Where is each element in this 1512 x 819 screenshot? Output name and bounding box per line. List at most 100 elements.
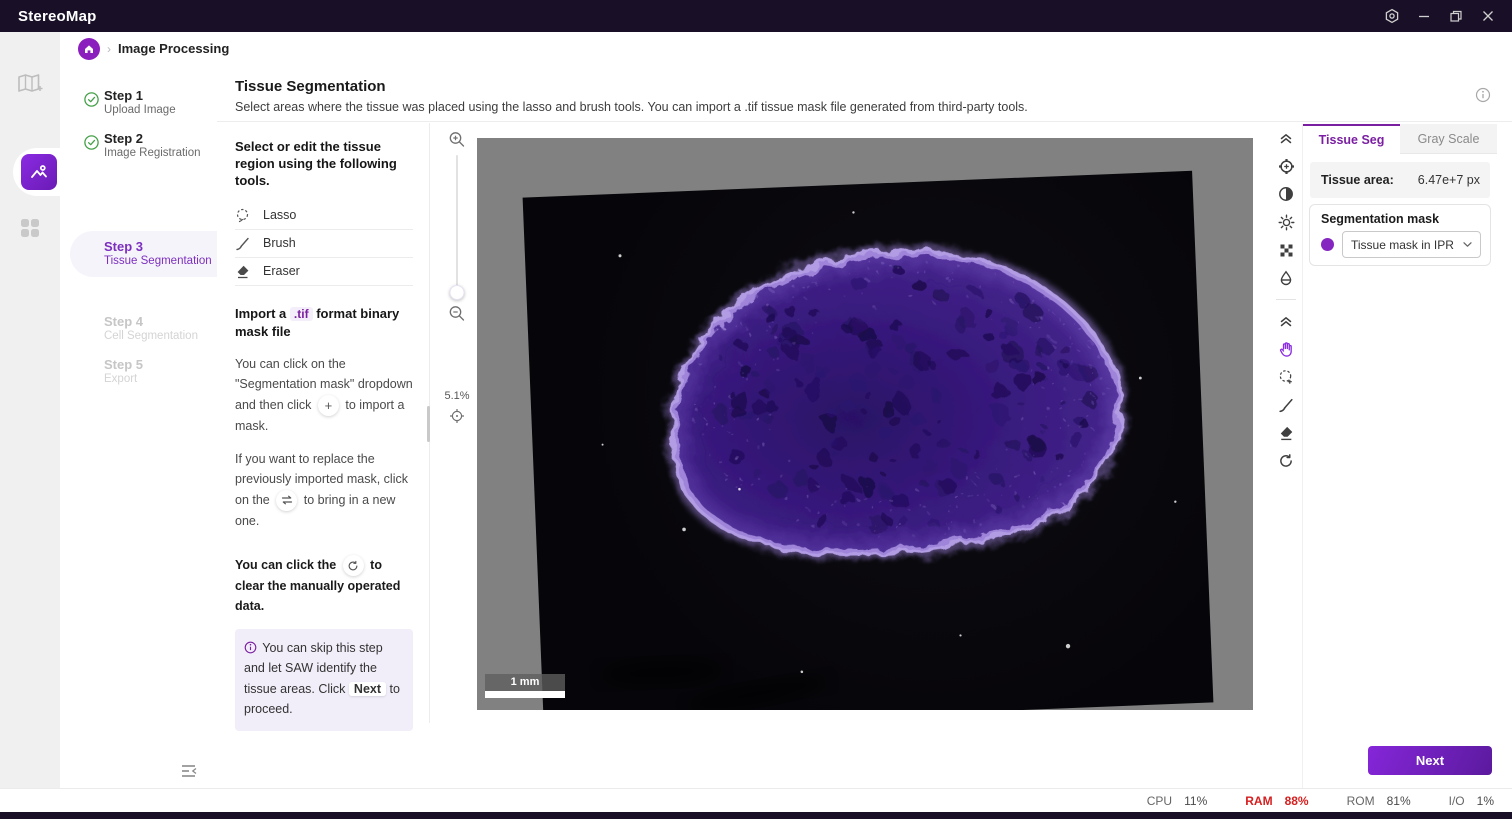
stat-label: RAM: [1245, 794, 1272, 808]
page-header: Tissue Segmentation Select areas where t…: [217, 65, 1512, 122]
close-icon[interactable]: [1472, 0, 1504, 32]
right-panel-tabs: Tissue Seg Gray Scale: [1303, 124, 1497, 154]
stat-label: ROM: [1347, 794, 1375, 808]
tools-panel: Select or edit the tissue region using t…: [217, 123, 430, 723]
restore-icon[interactable]: [1440, 0, 1472, 32]
tool-label: Brush: [263, 236, 296, 250]
stat-value: 88%: [1285, 794, 1309, 808]
breadcrumb-chevron-icon: ›: [107, 42, 111, 56]
zoom-out-button[interactable]: [449, 305, 466, 322]
scale-bar: 1 mm: [485, 674, 565, 698]
chevron-down-icon: [1462, 239, 1473, 250]
tool-lasso[interactable]: Lasso: [235, 202, 413, 230]
image-viewport[interactable]: 1 mm: [477, 138, 1253, 710]
fit-view-button[interactable]: [449, 408, 465, 424]
minimize-icon[interactable]: [1408, 0, 1440, 32]
apps-grid-icon: [19, 217, 41, 239]
settings-gear-icon[interactable]: [1376, 0, 1408, 32]
lasso-icon: [235, 208, 250, 223]
tissue-area-value: 6.47e+7 px: [1418, 173, 1480, 187]
step-sublabel: Image Registration: [104, 147, 201, 159]
skip-step-note: You can skip this step and let SAW ident…: [235, 629, 413, 731]
zoom-in-button[interactable]: [449, 131, 466, 148]
checkerboard-icon[interactable]: [1272, 236, 1300, 264]
brush-tool-icon[interactable]: [1272, 391, 1300, 419]
plus-icon: +: [325, 395, 333, 416]
stat-label: CPU: [1147, 794, 1172, 808]
zoom-level: 5.1%: [444, 390, 469, 402]
collapse-steps-panel-icon[interactable]: [180, 762, 198, 780]
tool-eraser[interactable]: Eraser: [235, 258, 413, 286]
step-label: Step 2: [104, 131, 143, 146]
eraser-icon: [235, 264, 250, 279]
note-next-chip: Next: [349, 682, 386, 696]
eraser-tool-icon[interactable]: [1272, 419, 1300, 447]
add-mask-button[interactable]: +: [318, 395, 339, 416]
import-heading: Import a .tif format binary mask file: [235, 305, 413, 341]
next-button[interactable]: Next: [1368, 746, 1492, 775]
refresh-icon: [347, 560, 359, 572]
clear-instructions: You can click the to clear the manually …: [235, 555, 413, 617]
info-icon[interactable]: [1475, 87, 1491, 103]
saturation-icon[interactable]: [1272, 264, 1300, 292]
contrast-icon[interactable]: [1272, 180, 1300, 208]
pan-tool-icon-active[interactable]: [1272, 335, 1300, 363]
step-label: Step 4: [104, 314, 143, 329]
active-step-highlight: [70, 231, 217, 277]
tab-gray-scale[interactable]: Gray Scale: [1400, 124, 1497, 154]
home-button[interactable]: [78, 38, 100, 60]
breadcrumb-current: Image Processing: [118, 41, 229, 56]
step-done-icon: [84, 135, 99, 150]
brightness-icon[interactable]: [1272, 208, 1300, 236]
titlebar: StereoMap: [0, 0, 1512, 32]
window-bottom-edge: [0, 812, 1512, 819]
mask-dropdown-value: Tissue mask in IPR: [1351, 238, 1454, 252]
zoom-slider-track[interactable]: [456, 155, 458, 291]
map-icon: [17, 72, 43, 96]
tif-chip: .tif: [290, 307, 313, 321]
lasso-add-tool-icon[interactable]: [1272, 363, 1300, 391]
tab-tissue-seg[interactable]: Tissue Seg: [1303, 124, 1400, 154]
stat-value: 11%: [1184, 794, 1207, 808]
tissue-area-label: Tissue area:: [1321, 173, 1394, 187]
tissue-area-box: Tissue area: 6.47e+7 px: [1310, 162, 1490, 198]
collapse-adjustments-icon[interactable]: [1272, 124, 1300, 152]
tool-brush[interactable]: Brush: [235, 230, 413, 258]
tools-panel-scrollbar[interactable]: [427, 406, 430, 442]
para-text: You can click the: [235, 558, 336, 572]
step-done-icon: [84, 92, 99, 107]
io-stat: I/O 1%: [1449, 794, 1494, 808]
import-instructions: You can click on the "Segmentation mask"…: [235, 354, 413, 436]
adjust-exposure-icon[interactable]: [1272, 152, 1300, 180]
swap-arrows-icon: [281, 494, 293, 506]
tool-label: Lasso: [263, 208, 296, 222]
ram-stat: RAM 88%: [1245, 794, 1308, 808]
canvas-toolbar: [1272, 124, 1300, 475]
swap-mask-button[interactable]: [276, 490, 297, 511]
reset-tool-icon[interactable]: [1272, 447, 1300, 475]
page-description: Select areas where the tissue was placed…: [235, 100, 1028, 114]
collapse-tools-icon[interactable]: [1272, 307, 1300, 335]
clear-data-button[interactable]: [343, 555, 364, 576]
stat-value: 1%: [1477, 794, 1494, 808]
info-icon: [244, 641, 257, 654]
stat-value: 81%: [1387, 794, 1411, 808]
step-sublabel: Tissue Segmentation: [104, 255, 212, 267]
scale-bar-label: 1 mm: [485, 674, 565, 691]
left-sidebar: [0, 32, 60, 788]
sidebar-item-apps[interactable]: [0, 204, 60, 252]
step-sublabel: Cell Segmentation: [104, 330, 198, 342]
step-label: Step 3: [104, 239, 143, 254]
mask-dropdown[interactable]: Tissue mask in IPR: [1342, 231, 1481, 258]
status-bar: CPU 11% RAM 88% ROM 81% I/O 1%: [0, 788, 1512, 812]
sidebar-item-image-processing[interactable]: [21, 154, 57, 190]
home-icon: [83, 43, 95, 55]
import-heading-prefix: Import a: [235, 306, 286, 321]
tools-list: Lasso Brush Eraser: [235, 202, 413, 286]
zoom-slider-handle[interactable]: [450, 285, 465, 300]
tool-label: Eraser: [263, 264, 300, 278]
page-title: Tissue Segmentation: [235, 78, 386, 95]
stat-label: I/O: [1449, 794, 1465, 808]
sidebar-item-map[interactable]: [0, 60, 60, 108]
mask-color-swatch[interactable]: [1321, 238, 1334, 251]
